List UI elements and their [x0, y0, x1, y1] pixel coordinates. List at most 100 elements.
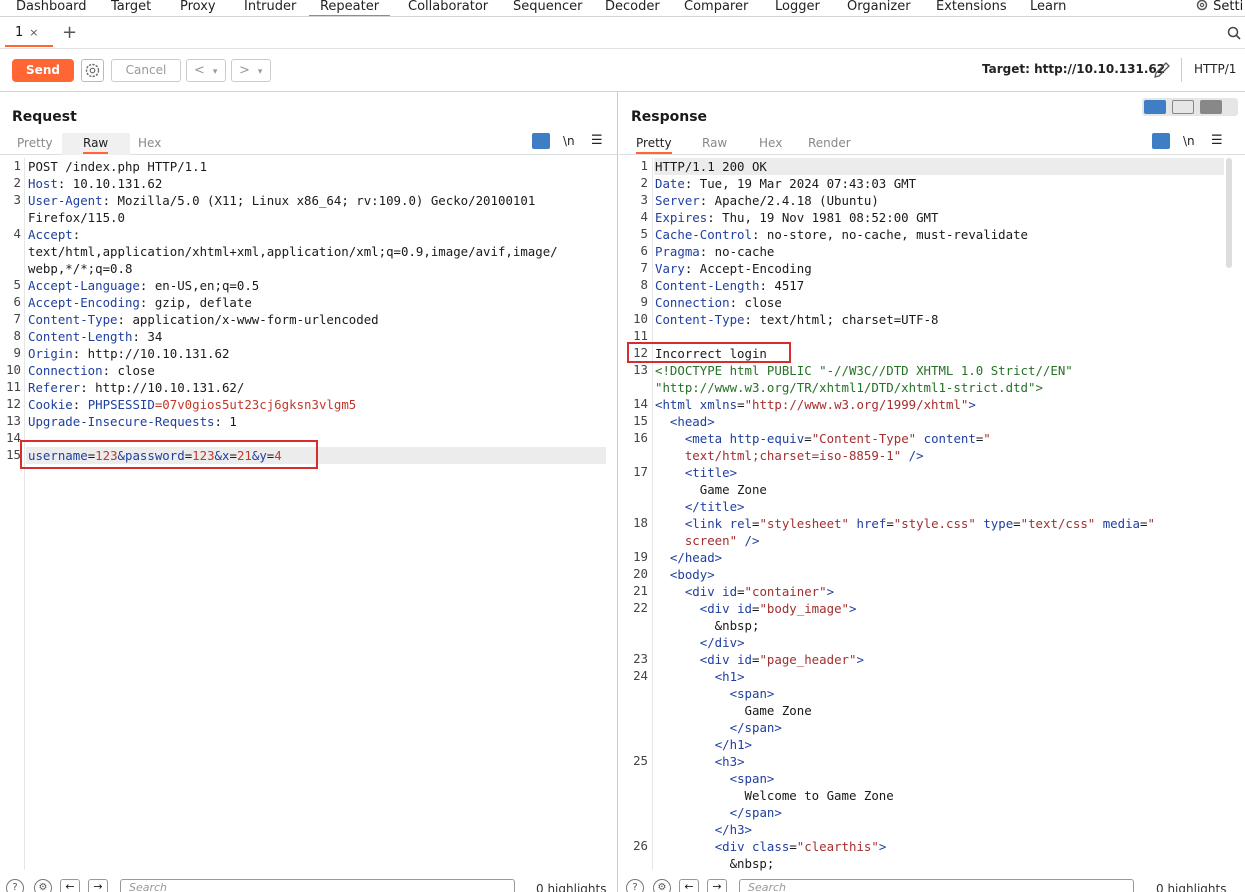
menu-icon[interactable]: ☰ [1211, 133, 1223, 148]
layout-side-by-side-icon[interactable] [1144, 100, 1166, 114]
nav-tab-logger[interactable]: Logger [775, 0, 820, 16]
header-name: Accept-Encoding [28, 295, 140, 310]
line-number: 4 [640, 209, 648, 224]
tab-pretty[interactable]: Pretty [636, 136, 672, 154]
prev-match-button[interactable]: ← [679, 879, 699, 892]
tab-raw[interactable]: Raw [702, 136, 727, 150]
nav-tab-repeater[interactable]: Repeater [309, 0, 390, 16]
response-line: Expires: Thu, 19 Nov 1981 08:52:00 GMT [655, 210, 939, 225]
response-line: </span> [729, 720, 782, 735]
menu-icon[interactable]: ☰ [591, 133, 603, 148]
header-name: Upgrade-Insecure-Requests [28, 414, 215, 429]
line-number: 3 [13, 192, 21, 207]
line-number: 8 [13, 328, 21, 343]
header-value: : 34 [132, 329, 163, 344]
line-number: 8 [640, 277, 648, 292]
layout-switcher [1142, 98, 1238, 116]
http-version[interactable]: HTTP/1 [1194, 62, 1236, 76]
header-value: : 1 [214, 414, 237, 429]
response-search-input[interactable]: Search [739, 879, 1134, 892]
response-line: Welcome to Game Zone [655, 788, 894, 803]
header-name: Accept [28, 227, 73, 242]
newline-toggle[interactable]: \n [1183, 134, 1195, 148]
response-editor[interactable]: 1 HTTP/1.1 200 OK 2 Date: Tue, 19 Mar 2024 … [619, 158, 1227, 871]
line-number: 13 [633, 362, 648, 377]
line-number: 6 [640, 243, 648, 258]
line-number: 22 [633, 600, 648, 615]
divider [1181, 58, 1182, 82]
close-icon[interactable]: × [29, 26, 38, 39]
tab-hex[interactable]: Hex [138, 136, 161, 150]
header-value: : 10.10.131.62 [57, 176, 163, 191]
nav-tab-extensions[interactable]: Extensions [936, 0, 1007, 16]
next-match-button[interactable]: → [707, 879, 727, 892]
chevron-down-icon[interactable]: ▾ [258, 67, 263, 77]
cookie-name: PHPSESSID [87, 397, 155, 412]
response-line: <!DOCTYPE html PUBLIC "-//W3C//DTD XHTML… [655, 363, 1073, 378]
edit-target-icon[interactable] [1152, 60, 1172, 80]
header-name: Accept-Language [28, 278, 140, 293]
next-match-button[interactable]: → [88, 879, 108, 892]
prev-match-button[interactable]: ← [60, 879, 80, 892]
response-pane: Response Pretty Raw Hex Render \n ☰ 1 HTT… [619, 92, 1245, 892]
newline-toggle[interactable]: \n [563, 134, 575, 148]
tab-pretty[interactable]: Pretty [17, 136, 53, 150]
tab-render[interactable]: Render [808, 136, 851, 150]
layout-single-icon[interactable] [1200, 100, 1222, 114]
gear-icon[interactable]: ⚙ [653, 879, 671, 892]
search-icon[interactable] [1227, 26, 1241, 40]
header-name: Referer [28, 380, 81, 395]
forward-button[interactable]: > ▾ [231, 59, 271, 82]
nav-tab-proxy[interactable]: Proxy [180, 0, 216, 16]
wrap-lines-icon[interactable] [1152, 133, 1170, 149]
request-line: Referer: http://10.10.131.62/ [28, 379, 244, 396]
help-icon[interactable]: ? [626, 879, 644, 892]
cancel-button[interactable]: Cancel [111, 59, 181, 82]
main-nav: Setti Dashboard Target Proxy Intruder Repeat… [0, 0, 1245, 17]
line-number: 7 [640, 260, 648, 275]
nav-tab-decoder[interactable]: Decoder [605, 0, 660, 16]
header-value: : gzip, deflate [139, 295, 252, 310]
add-tab-icon[interactable]: + [62, 23, 77, 43]
request-search-input[interactable]: Search [120, 879, 515, 892]
request-editor[interactable]: 1 POST /index.php HTTP/1.1 2 Host: 10.10.13… [0, 158, 606, 868]
response-line: </div> [699, 635, 745, 650]
request-highlights-count: 0 highlights [536, 882, 607, 892]
nav-tab-organizer[interactable]: Organizer [847, 0, 911, 16]
nav-tab-comparer[interactable]: Comparer [684, 0, 748, 16]
help-icon[interactable]: ? [6, 879, 24, 892]
layout-stacked-icon[interactable] [1172, 100, 1194, 114]
send-button[interactable]: Send [12, 59, 74, 82]
tab-raw[interactable]: Raw [83, 136, 109, 154]
nav-tab-collaborator[interactable]: Collaborator [408, 0, 488, 16]
response-line: <meta http-equiv="Content-Type" content=… [684, 431, 991, 446]
request-line: text/html,application/xhtml+xml,applicat… [28, 243, 558, 260]
nav-tab-dashboard[interactable]: Dashboard [16, 0, 87, 16]
nav-tab-learn[interactable]: Learn [1030, 0, 1066, 16]
repeater-tab-1[interactable]: 1 × [5, 23, 53, 47]
line-number: 14 [6, 430, 21, 445]
settings-tab[interactable]: Setti [1195, 0, 1243, 16]
response-line: <h3> [714, 754, 745, 769]
back-button[interactable]: < ▾ [186, 59, 226, 82]
gear-icon[interactable]: ⚙ [34, 879, 52, 892]
wrap-lines-icon[interactable] [532, 133, 550, 149]
response-line: </span> [729, 805, 782, 820]
tab-hex[interactable]: Hex [759, 136, 782, 150]
gear-icon [85, 63, 100, 78]
response-line: Server: Apache/2.4.18 (Ubuntu) [655, 193, 879, 208]
vertical-scrollbar[interactable] [1226, 158, 1232, 268]
request-line: Content-Length: 34 [28, 328, 162, 345]
bottom-bar: ? ⚙ ← → Search 0 highlights ? ⚙ ← → Sear… [0, 874, 1245, 892]
send-settings-button[interactable] [81, 59, 104, 82]
nav-tab-target[interactable]: Target [111, 0, 151, 16]
response-line: <body> [669, 567, 715, 582]
chevron-down-icon[interactable]: ▾ [213, 67, 218, 77]
header-value: Firefox/115.0 [28, 210, 125, 225]
line-number: 3 [640, 192, 648, 207]
nav-tab-sequencer[interactable]: Sequencer [513, 0, 582, 16]
header-value: : Mozilla/5.0 (X11; Linux x86_64; rv:109… [102, 193, 536, 208]
line-number: 13 [6, 413, 21, 428]
response-line: text/html;charset=iso-8859-1" /> [684, 448, 924, 463]
nav-tab-intruder[interactable]: Intruder [244, 0, 296, 16]
